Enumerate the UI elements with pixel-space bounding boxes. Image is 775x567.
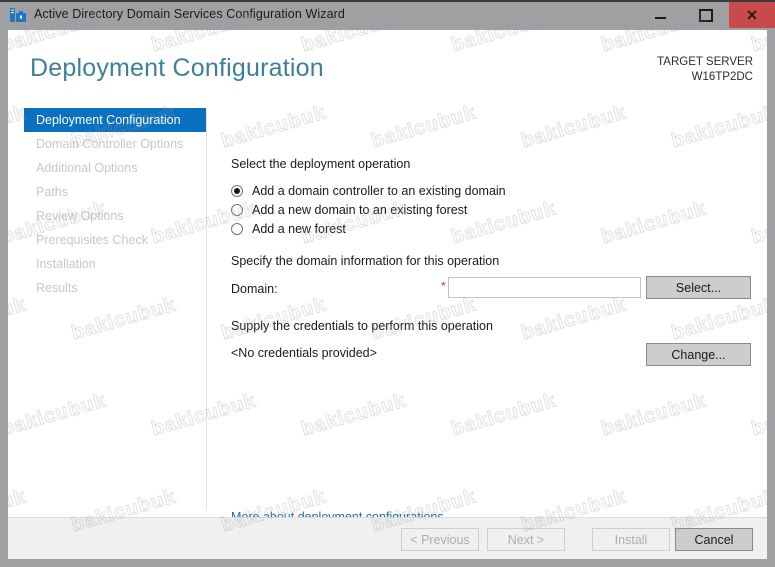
- credentials-section-label: Supply the credentials to perform this o…: [231, 319, 493, 333]
- sidebar-item-paths: Paths: [36, 185, 68, 199]
- previous-button[interactable]: < Previous: [401, 528, 479, 551]
- wizard-window: Active Directory Domain Services Configu…: [0, 0, 775, 567]
- domain-field-label: Domain:: [231, 282, 278, 296]
- close-button[interactable]: ✕: [729, 2, 775, 28]
- wizard-step-nav: Deployment Configuration Domain Controll…: [8, 108, 206, 518]
- radio-add-new-domain-label: Add a new domain to an existing forest: [252, 202, 468, 217]
- radio-add-domain-controller[interactable]: Add a domain controller to an existing d…: [231, 181, 506, 200]
- close-icon: ✕: [746, 7, 758, 23]
- radio-add-new-forest-label: Add a new forest: [252, 221, 346, 236]
- next-button[interactable]: Next >: [487, 528, 565, 551]
- credentials-status-text: <No credentials provided>: [231, 346, 377, 360]
- domain-input[interactable]: [448, 277, 641, 298]
- radio-checked-icon: [231, 184, 243, 197]
- wizard-content-pane: Select the deployment operation Add a do…: [215, 108, 761, 524]
- target-server-name: W16TP2DC: [691, 71, 753, 83]
- sidebar-item-results: Results: [36, 281, 78, 295]
- deployment-operation-section-label: Select the deployment operation: [231, 157, 411, 171]
- caption-buttons: ✕: [637, 2, 775, 28]
- sidebar-divider: [206, 110, 207, 510]
- sidebar-item-additional-options: Additional Options: [36, 161, 138, 175]
- wizard-client-area: Deployment Configuration TARGET SERVER W…: [8, 30, 767, 559]
- select-domain-button[interactable]: Select...: [646, 276, 751, 299]
- target-server-info: TARGET SERVER W16TP2DC: [657, 55, 753, 85]
- minimize-button[interactable]: [637, 2, 683, 28]
- radio-unchecked-icon: [231, 203, 243, 216]
- sidebar-item-review-options: Review Options: [36, 209, 124, 223]
- ad-server-icon: [9, 6, 27, 24]
- domain-required-marker: *: [441, 279, 446, 293]
- title-bar: Active Directory Domain Services Configu…: [0, 2, 775, 28]
- sidebar-item-installation: Installation: [36, 257, 96, 271]
- radio-add-new-forest[interactable]: Add a new forest: [231, 219, 346, 238]
- wizard-footer: < Previous Next > Install Cancel: [8, 518, 767, 559]
- sidebar-item-prerequisites-check: Prerequisites Check: [36, 233, 148, 247]
- page-title: Deployment Configuration: [30, 54, 324, 82]
- maximize-icon: [699, 8, 713, 22]
- minimize-icon: [654, 16, 666, 19]
- radio-add-domain-controller-label: Add a domain controller to an existing d…: [252, 183, 506, 198]
- install-button[interactable]: Install: [592, 528, 670, 551]
- radio-unchecked-icon: [231, 222, 243, 235]
- maximize-button[interactable]: [683, 2, 729, 28]
- radio-add-new-domain[interactable]: Add a new domain to an existing forest: [231, 200, 467, 219]
- cancel-button[interactable]: Cancel: [675, 528, 753, 551]
- window-title: Active Directory Domain Services Configu…: [34, 7, 345, 21]
- domain-information-section-label: Specify the domain information for this …: [231, 254, 500, 268]
- sidebar-item-domain-controller-options: Domain Controller Options: [36, 137, 184, 151]
- change-credentials-button[interactable]: Change...: [646, 343, 751, 366]
- sidebar-item-deployment-configuration[interactable]: Deployment Configuration: [24, 108, 206, 132]
- target-server-label: TARGET SERVER: [657, 56, 753, 68]
